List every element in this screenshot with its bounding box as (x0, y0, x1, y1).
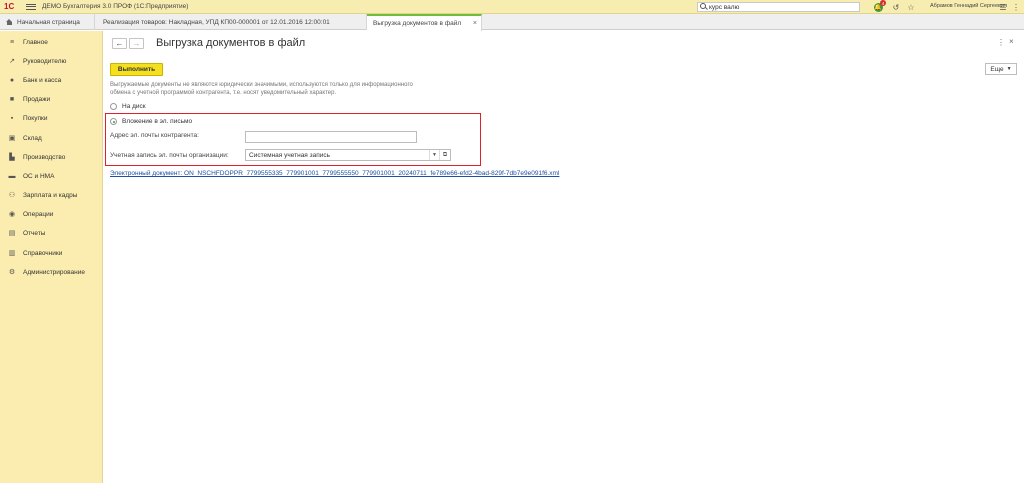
search-icon (700, 3, 709, 11)
dropdown-arrow-icon[interactable]: ▼ (429, 150, 439, 160)
app-title: ДЕМО Бухгалтерия 3.0 ПРОФ (1С:Предприяти… (42, 3, 189, 10)
sidebar-item-reports[interactable]: ▤ Отчеты (0, 226, 103, 240)
app-logo: 1С (4, 2, 15, 11)
chevron-down-icon: ▼ (1006, 66, 1012, 72)
radio-email-attachment-label: Вложение в эл. письмо (122, 118, 193, 125)
search-input[interactable] (709, 3, 849, 11)
account-select[interactable]: Системная учетная запись ▼ ⧉ (245, 149, 451, 161)
sidebar-item-manager[interactable]: ↗ Руководителю (0, 54, 103, 68)
radio-to-disk[interactable]: На диск (110, 103, 146, 110)
more-actions-button[interactable]: Еще ▼ (985, 63, 1017, 75)
cart-icon: ▪ (10, 114, 14, 122)
email-field-label: Адрес эл. почты контрагента: (110, 132, 199, 139)
search-box[interactable] (697, 2, 860, 12)
book-icon: ▥ (8, 250, 16, 257)
notification-count-badge: 4 (880, 0, 886, 6)
radio-circle-icon (110, 103, 117, 110)
sidebar-item-label: Продажи (23, 95, 51, 103)
sidebar-item-label: Банк и касса (23, 76, 62, 84)
main-menu-icon[interactable] (26, 3, 36, 10)
home-icon (6, 19, 13, 25)
radio-circle-icon (110, 118, 117, 125)
people-icon: ⚇ (8, 192, 16, 199)
close-form-icon[interactable]: × (1009, 37, 1014, 46)
form-menu-icon[interactable]: ⋮ (997, 38, 1005, 47)
tab-export-docs-label: Выгрузка документов в файл (373, 20, 462, 27)
execute-button[interactable]: Выполнить (110, 63, 163, 76)
sidebar-item-label: Справочники (23, 249, 63, 257)
open-link-icon[interactable]: ⧉ (439, 150, 450, 160)
tab-bar: Начальная страница Реализация товаров: Н… (0, 14, 1024, 31)
sidebar-item-label: Руководителю (23, 57, 67, 65)
back-button[interactable]: ← (112, 38, 127, 49)
menu-icon: ≡ (9, 38, 15, 46)
arrow-right-icon: → (132, 39, 141, 48)
sidebar-item-label: Главное (23, 38, 48, 46)
user-name[interactable]: Абрамов Геннадий Сергеевич (930, 3, 1007, 9)
report-icon: ▤ (8, 230, 16, 237)
tab-sales-doc-label: Реализация товаров: Накладная, УПД КП00-… (103, 18, 330, 26)
page-title: Выгрузка документов в файл (156, 37, 306, 49)
close-tab-icon[interactable]: × (473, 20, 477, 27)
tab-home-label: Начальная страница (17, 18, 80, 26)
sidebar-item-operations[interactable]: ◉ Операции (0, 207, 103, 221)
ops-icon: ◉ (8, 211, 16, 218)
history-icon[interactable]: ↺ (891, 2, 901, 12)
gear-icon: ⚙ (8, 269, 16, 276)
main-content: ← → Выгрузка документов в файл ⋮ × Выпол… (104, 31, 1024, 483)
settings-menu-icon[interactable]: ☰ (998, 2, 1008, 12)
sidebar-item-sales[interactable]: ■ Продажи (0, 92, 103, 106)
bag-icon: ■ (9, 95, 15, 103)
factory-icon: ▙ (9, 154, 15, 161)
sidebar-item-label: Операции (23, 210, 54, 218)
favorites-icon[interactable]: ☆ (906, 2, 916, 12)
email-field[interactable] (245, 131, 417, 143)
sidebar-item-label: Зарплата и кадры (23, 191, 78, 199)
sidebar-item-admin[interactable]: ⚙ Администрирование (0, 265, 103, 279)
tab-export-docs[interactable]: Выгрузка документов в файл × (367, 14, 482, 31)
more-vertical-icon[interactable]: ⋮ (1011, 2, 1021, 12)
account-field-label: Учетная запись эл. почты организации: (110, 152, 229, 159)
sidebar-item-payroll[interactable]: ⚇ Зарплата и кадры (0, 188, 103, 202)
sidebar-item-warehouse[interactable]: ▣ Склад (0, 131, 103, 145)
sidebar-item-purchases[interactable]: ▪ Покупки (0, 111, 103, 125)
car-icon: ▬ (8, 172, 16, 180)
sidebar-item-directories[interactable]: ▥ Справочники (0, 246, 103, 260)
sidebar-item-label: Производство (23, 153, 66, 161)
sidebar: ≡ Главное ↗ Руководителю ● Банк и касса ■ Пр… (0, 31, 103, 483)
tab-sales-doc[interactable]: Реализация товаров: Накладная, УПД КП00-… (97, 14, 367, 30)
info-note: Выгружаемые документы не являются юридич… (110, 82, 413, 96)
forward-button[interactable]: → (129, 38, 144, 49)
tab-home[interactable]: Начальная страница (0, 14, 95, 30)
account-select-value: Системная учетная запись (249, 151, 331, 159)
sidebar-item-label: Администрирование (23, 268, 85, 276)
sidebar-item-production[interactable]: ▙ Производство (0, 150, 103, 164)
sidebar-item-label: Отчеты (23, 229, 46, 237)
sidebar-item-label: Покупки (23, 114, 48, 122)
arrow-left-icon: ← (115, 39, 124, 48)
trend-icon: ↗ (9, 58, 15, 65)
sidebar-item-main[interactable]: ≡ Главное (0, 35, 103, 49)
sidebar-item-bank[interactable]: ● Банк и касса (0, 73, 103, 87)
radio-email-attachment[interactable]: Вложение в эл. письмо (110, 118, 192, 125)
box-icon: ▣ (8, 135, 16, 142)
coin-icon: ● (9, 76, 15, 84)
sidebar-item-label: ОС и НМА (23, 172, 55, 180)
more-actions-label: Еще (990, 65, 1004, 73)
document-file-link[interactable]: Электронный документ: ON_NSCHFDOPPR_7799… (110, 170, 559, 177)
sidebar-item-label: Склад (23, 134, 42, 142)
sidebar-item-assets[interactable]: ▬ ОС и НМА (0, 169, 103, 183)
radio-to-disk-label: На диск (122, 103, 146, 110)
title-bar: 1С ДЕМО Бухгалтерия 3.0 ПРОФ (1С:Предпри… (0, 0, 1024, 14)
